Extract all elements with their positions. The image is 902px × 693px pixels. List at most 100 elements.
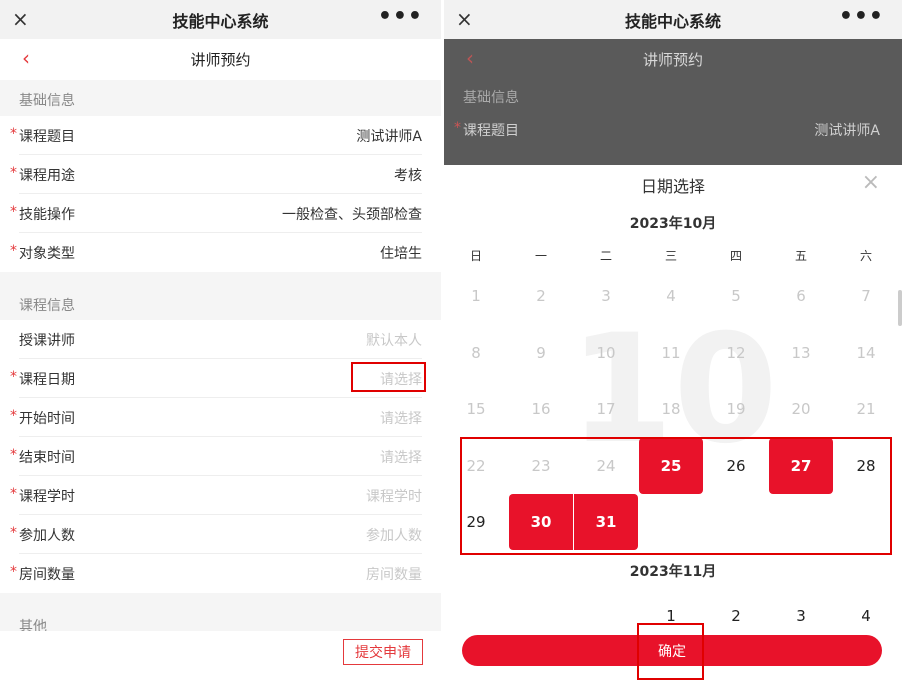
calendar-day: 12 [726,343,746,362]
month-label-october: 2023年10月 [629,216,717,232]
required-mark: * [10,165,17,181]
calendar-day: 24 [596,456,616,475]
confirm-button[interactable]: 确定 [462,635,882,666]
end-time-label: 结束时间 [19,449,75,466]
dimmed-section-header: 基础信息 [463,90,519,106]
date-picker-title: 日期选择 [640,177,705,196]
room-count-input[interactable]: 房间数量 [366,564,422,584]
start-time-row[interactable]: * 开始时间 请选择 [0,398,441,437]
scrollbar[interactable] [898,290,902,326]
page-title: 讲师预约 [190,51,251,69]
calendar-day: 9 [536,343,546,362]
weekday-label: 日 [469,249,482,263]
calendar-day: 1 [471,287,481,305]
end-time-row[interactable]: * 结束时间 请选择 [0,437,441,476]
calendar-day-selected[interactable]: 31 [574,494,638,550]
more-icon[interactable]: ••• [378,6,423,28]
required-mark: * [10,525,17,541]
room-count-label: 房间数量 [19,566,75,583]
calendar-day[interactable]: 29 [444,494,508,550]
calendar-day: 16 [531,400,551,418]
dimmed-page-title: 讲师预约 [642,50,703,69]
skill-operation-row[interactable]: * 技能操作 一般检查、头颈部检查 [0,194,441,233]
close-icon[interactable]: × [862,171,880,195]
calendar-day: 13 [791,343,811,362]
lecturer-label: 授课讲师 [19,332,75,349]
required-mark: * [10,408,17,424]
participants-row[interactable]: * 参加人数 参加人数 [0,515,441,554]
lecturer-input[interactable]: 默认本人 [366,330,422,350]
calendar-day: 19 [726,400,746,418]
calendar-day: 5 [731,287,741,305]
calendar-day: 22 [466,456,486,475]
back-icon[interactable]: ‹ [22,47,30,69]
calendar-day-selected[interactable]: 25 [639,437,703,494]
dimmed-form-overlay[interactable]: ‹ 讲师预约 基础信息 * 课程题目 测试讲师A [444,39,902,165]
required-mark: * [10,126,17,142]
weekday-label: 五 [794,249,807,263]
target-type-row[interactable]: * 对象类型 住培生 [0,233,441,272]
calendar-day[interactable]: 28 [834,438,898,494]
close-icon[interactable]: × [12,8,29,30]
dimmed-course-title-value: 测试讲师A [814,123,880,139]
course-date-picker[interactable]: 请选择 [380,369,422,389]
calendar-day: 17 [596,400,616,418]
calendar-day: 7 [861,287,871,305]
lecturer-row[interactable]: 授课讲师 默认本人 [0,320,441,359]
start-time-label: 开始时间 [19,410,75,427]
participants-label: 参加人数 [19,527,75,544]
calendar-day: 11 [661,343,681,362]
basic-group: * 课程题目 测试讲师A * 课程用途 考核 * 技能操作 一般检查、头颈部检查… [0,116,441,272]
calendar-day: 20 [791,400,811,418]
left-screen: × 技能中心系统 ••• ‹ 讲师预约 基础信息 * 课程题目 测试讲师A * … [0,0,441,693]
required-mark: * [10,204,17,220]
calendar-day: 4 [666,287,676,305]
weekday-label: 三 [664,249,677,263]
participants-input[interactable]: 参加人数 [366,525,422,545]
course-hours-row[interactable]: * 课程学时 课程学时 [0,476,441,515]
course-usage-value: 考核 [394,167,422,184]
calendar-day: 15 [466,400,486,418]
end-time-picker[interactable]: 请选择 [380,447,422,467]
course-title-row[interactable]: * 课程题目 测试讲师A [0,116,441,155]
dimmed-course-title-label: 课程题目 [463,123,519,139]
close-icon[interactable]: × [456,8,473,30]
submit-button[interactable]: 提交申请 [343,639,423,665]
weekday-label: 二 [599,249,612,263]
course-date-row[interactable]: * 课程日期 请选择 [0,359,441,398]
course-date-label: 课程日期 [19,371,75,388]
required-mark: * [454,120,461,136]
course-title-value: 测试讲师A [356,128,422,145]
section-course-header: 课程信息 [0,287,441,323]
calendar-day-selected[interactable]: 27 [769,437,833,494]
required-mark: * [10,564,17,580]
more-icon[interactable]: ••• [839,6,884,28]
calendar-day: 3 [601,287,611,305]
course-title-label: 课程题目 [19,128,75,145]
room-count-row[interactable]: * 房间数量 房间数量 [0,554,441,593]
required-mark: * [10,369,17,385]
weekday-header: 日一二三四五六 [444,247,902,267]
weekday-label: 一 [534,249,547,263]
back-icon: ‹ [466,46,474,70]
dimmed-course-title-row: * 课程题目 测试讲师A [444,115,902,145]
calendar-day[interactable]: 26 [704,438,768,494]
calendar-day: 18 [661,400,681,418]
weekday-label: 六 [859,249,872,263]
course-hours-input[interactable]: 课程学时 [366,486,422,506]
calendar-day-selected[interactable]: 30 [509,494,573,550]
course-usage-row[interactable]: * 课程用途 考核 [0,155,441,194]
start-time-picker[interactable]: 请选择 [380,408,422,428]
month-label-november: 2023年11月 [629,564,717,580]
calendar-day: 10 [596,343,616,362]
course-usage-label: 课程用途 [19,167,75,184]
right-screen: × 技能中心系统 ••• ‹ 讲师预约 基础信息 * 课程题目 测试讲师A 日期… [444,0,902,693]
calendar-day: 14 [856,343,876,362]
course-hours-label: 课程学时 [19,488,75,505]
course-group: 授课讲师 默认本人 * 课程日期 请选择 * 开始时间 请选择 * 结束时间 请… [0,320,441,593]
skill-operation-label: 技能操作 [19,206,75,223]
app-title: 技能中心系统 [172,11,269,31]
date-picker-sheet: 日期选择 × 2023年10月 日一二三四五六 10 1 2 3 4 5 6 7 8 9 10 11… [444,165,902,693]
app-title-bar: × 技能中心系统 ••• [444,0,902,39]
calendar-day: 23 [531,456,551,475]
